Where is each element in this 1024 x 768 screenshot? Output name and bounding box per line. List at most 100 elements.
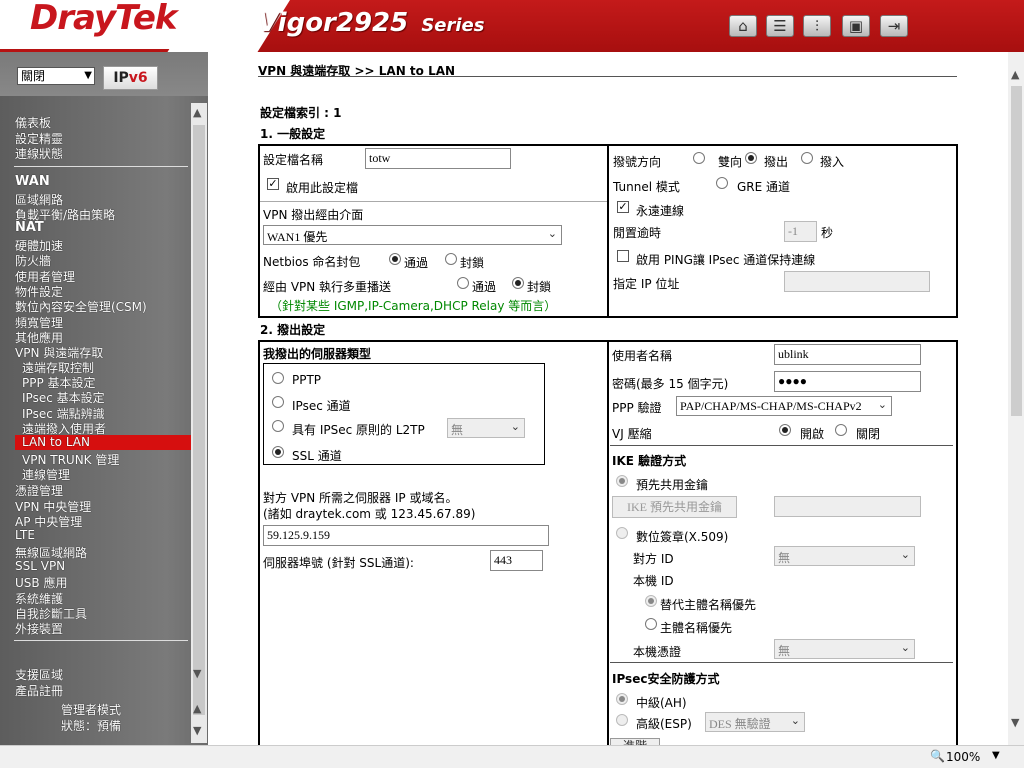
admin-mode-label: 管理者模式 (61, 703, 122, 717)
nav-dashboard[interactable]: 儀表板 (15, 114, 51, 131)
main-scroll-thumb[interactable] (1011, 86, 1022, 416)
netbios-block-radio[interactable] (445, 253, 457, 265)
multicast-block-radio[interactable] (512, 277, 524, 289)
subject-radio[interactable] (645, 618, 657, 630)
x509-label: 數位簽章(X.509) (636, 530, 729, 544)
ike-psk-button[interactable]: IKE 預先共用金鑰 (612, 496, 737, 518)
row-separator (260, 201, 607, 202)
esp-label: 高級(ESP) (636, 717, 692, 731)
main-scroll-down-icon[interactable]: ▼ (1011, 716, 1019, 729)
vj-on-radio[interactable] (779, 424, 791, 436)
server-port-label: 伺服器埠號 (針對 SSL通道): (263, 556, 414, 570)
vpn-via-select[interactable]: WAN1 優先 ⌄ (263, 225, 562, 245)
vj-off-radio[interactable] (835, 424, 847, 436)
username-input[interactable]: ublink (774, 344, 921, 365)
vpn-via-label: VPN 撥出經由介面 (263, 208, 364, 222)
password-input[interactable]: ●●●● (774, 371, 921, 392)
sidebar-scroll-thumb[interactable] (193, 125, 205, 715)
ah-radio[interactable] (616, 693, 628, 705)
ping-ip-label: 指定 IP 位址 (613, 277, 680, 291)
main-scroll-up-icon[interactable]: ▲ (1011, 68, 1019, 81)
netbios-pass-radio[interactable] (389, 253, 401, 265)
sidebar-scroll-down2-icon[interactable]: ▼ (193, 724, 201, 737)
server-port-input[interactable]: 443 (490, 550, 543, 571)
always-on-label: 永遠連線 (636, 204, 685, 218)
logout-icon[interactable]: ⇥ (880, 15, 908, 37)
nav-nat[interactable]: NAT (15, 220, 44, 235)
zoom-dropdown-icon[interactable]: ▼ (992, 750, 1000, 761)
status-ready-label: 狀態：預備 (61, 719, 122, 733)
nav-firewall[interactable]: 防火牆 (15, 252, 51, 269)
psk-radio[interactable] (616, 475, 628, 487)
ah-label: 中級(AH) (636, 696, 687, 710)
enable-profile-checkbox[interactable]: ✓ (267, 178, 279, 190)
tunnel-mode-label: Tunnel 模式 (613, 180, 680, 194)
nav-ipsec-general[interactable]: IPsec 基本設定 (22, 389, 105, 406)
browser-status-bar: 🔍 100% ▼ (0, 745, 1024, 768)
x509-radio[interactable] (616, 527, 628, 539)
sidebar-scroll-up2-icon[interactable]: ▲ (193, 702, 201, 715)
quick-start-icon[interactable]: ☰ (766, 15, 794, 37)
nav-online-status[interactable]: 連線狀態 (15, 145, 63, 162)
ipv6-button[interactable]: IPv6 (103, 66, 158, 90)
ping-keepalive-checkbox[interactable] (617, 250, 629, 262)
multicast-block-label: 封鎖 (527, 280, 552, 294)
main-scrollbar[interactable] (1008, 52, 1024, 745)
nav-product-registration[interactable]: 產品註冊 (15, 682, 63, 699)
chevron-down-icon: ⌄ (900, 642, 910, 654)
remote-server-input[interactable]: 59.125.9.159 (263, 525, 549, 546)
zoom-icon[interactable]: 🔍 (930, 749, 945, 763)
advanced-button[interactable]: 進階 (610, 738, 660, 745)
ipsec-tunnel-radio[interactable] (272, 396, 284, 408)
chevron-down-icon: ⌄ (900, 549, 910, 561)
direction-in-radio[interactable] (801, 152, 813, 164)
nav-connection-mgmt[interactable]: 連線管理 (22, 466, 70, 483)
pptp-radio[interactable] (272, 372, 284, 384)
ssl-tunnel-label: SSL 通道 (292, 449, 342, 463)
nav-ssl-vpn[interactable]: SSL VPN (15, 559, 65, 573)
server-type-title: 我撥出的伺服器類型 (263, 347, 372, 361)
ppp-auth-select[interactable]: PAP/CHAP/MS-CHAP/MS-CHAPv2 ⌄ (676, 396, 892, 416)
ping-ip-input[interactable] (784, 271, 930, 292)
psk-input[interactable] (774, 496, 921, 517)
save-icon[interactable]: ▣ (842, 15, 870, 37)
nav-lan-to-lan[interactable]: LAN to LAN (22, 435, 90, 449)
nav-support[interactable]: 支援區域 (15, 666, 63, 683)
language-select[interactable]: 關閉 ▼ (17, 67, 95, 85)
direction-both-radio[interactable] (693, 152, 705, 164)
profile-name-input[interactable]: totw (365, 148, 511, 169)
nav-certificate[interactable]: 憑證管理 (15, 482, 63, 499)
nav-usb[interactable]: USB 應用 (15, 574, 67, 591)
nav-external-devices[interactable]: 外接裝置 (15, 620, 63, 637)
remote-server-hint: (諸如 draytek.com 或 123.45.67.89) (263, 507, 476, 521)
header-bar: DrayTek Vigor2925 Series ⌂ ☰ ⫶ ▣ ⇥ (0, 0, 1024, 52)
l2tp-policy-select[interactable]: 無 ⌄ (447, 418, 525, 438)
multicast-pass-radio[interactable] (457, 277, 469, 289)
l2tp-radio[interactable] (272, 420, 284, 432)
sidebar-scroll-down-icon[interactable]: ▼ (193, 667, 201, 680)
alt-subject-radio[interactable] (645, 595, 657, 607)
direction-out-radio[interactable] (745, 152, 757, 164)
idle-timeout-input[interactable]: -1 (784, 221, 817, 242)
sidebar-scroll-up-icon[interactable]: ▲ (193, 106, 201, 119)
peer-id-select[interactable]: 無 ⌄ (774, 546, 915, 566)
row-separator (610, 662, 953, 663)
vj-compression-label: VJ 壓縮 (612, 427, 652, 441)
nav-divider (14, 640, 188, 641)
zoom-level[interactable]: 100% (946, 750, 980, 764)
sidebar-scrollbar[interactable] (191, 103, 207, 743)
nav-wan[interactable]: WAN (15, 174, 50, 189)
local-cert-select[interactable]: 無 ⌄ (774, 639, 915, 659)
enable-profile-label: 啟用此設定檔 (286, 181, 359, 195)
always-on-checkbox[interactable]: ✓ (617, 201, 629, 213)
nav-lte[interactable]: LTE (15, 528, 35, 542)
ssl-tunnel-radio[interactable] (272, 446, 284, 458)
esp-method-select[interactable]: DES 無驗證 ⌄ (705, 712, 805, 732)
settings-sliders-icon[interactable]: ⫶ (803, 15, 831, 37)
vj-off-label: 關閉 (856, 427, 881, 441)
home-icon[interactable]: ⌂ (729, 15, 757, 37)
nav-csm[interactable]: 數位內容安全管理(CSM) (15, 298, 147, 315)
gre-tunnel-radio[interactable] (716, 177, 728, 189)
row-separator (610, 445, 953, 446)
esp-radio[interactable] (616, 714, 628, 726)
